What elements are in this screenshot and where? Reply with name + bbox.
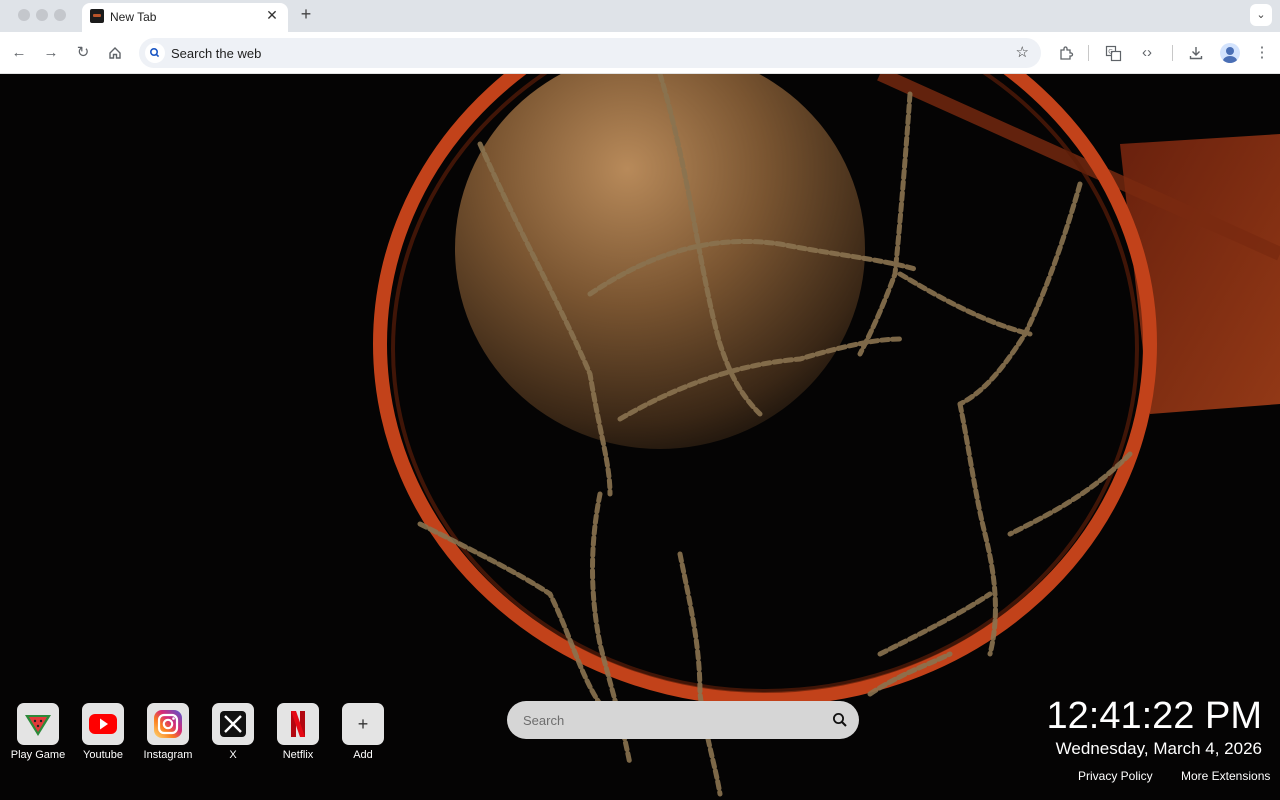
plus-icon: + (342, 703, 384, 745)
basketball-hoop-wallpaper (0, 74, 1280, 800)
instagram-icon (147, 703, 189, 745)
youtube-icon (82, 703, 124, 745)
menu-kebab-icon[interactable]: ⋮ (1252, 43, 1272, 63)
toolbar: ← → ↻ Search the web ☆ G ‹› ⋮ (0, 32, 1280, 74)
x-icon (212, 703, 254, 745)
window-minimize-light[interactable] (36, 9, 48, 21)
tab-new-tab[interactable]: New Tab ✕ (82, 3, 288, 32)
bookmark-star-icon[interactable]: ☆ (1016, 43, 1029, 61)
watermelon-icon (17, 703, 59, 745)
toolbar-divider (1088, 45, 1089, 61)
more-extensions-link[interactable]: More Extensions (1181, 769, 1270, 783)
clock-date: Wednesday, March 4, 2026 (1055, 739, 1262, 758)
privacy-policy-link[interactable]: Privacy Policy (1078, 769, 1153, 783)
shortcut-add[interactable]: + Add (331, 703, 395, 773)
netflix-icon (277, 703, 319, 745)
tab-favicon-icon (90, 9, 104, 23)
tab-title: New Tab (110, 10, 157, 24)
search-icon[interactable] (831, 711, 849, 729)
omnibox-text: Search the web (171, 46, 262, 61)
home-icon[interactable] (105, 43, 125, 63)
new-tab-button[interactable]: + (296, 5, 316, 25)
shortcut-play-game[interactable]: Play Game (6, 703, 70, 773)
window-close-light[interactable] (18, 9, 30, 21)
toolbar-divider (1172, 45, 1173, 61)
tab-strip: New Tab ✕ + ⌄ (0, 0, 1280, 32)
shortcut-x[interactable]: X (201, 703, 265, 773)
ntp-search-box[interactable] (507, 701, 859, 739)
shortcut-label: Add (353, 749, 373, 761)
clock-time: 12:41:22 PM (1046, 695, 1262, 737)
shortcut-netflix[interactable]: Netflix (266, 703, 330, 773)
tab-search-chevron-icon[interactable]: ⌄ (1250, 4, 1272, 26)
svg-text:G: G (1108, 49, 1113, 56)
extensions-icon[interactable] (1056, 43, 1076, 63)
omnibox-search-icon (145, 43, 165, 63)
omnibox[interactable]: Search the web ☆ (139, 38, 1041, 68)
developer-code-icon[interactable]: ‹› (1137, 43, 1157, 63)
new-tab-page: Play Game Youtube Instagram X Netflix + … (0, 74, 1280, 800)
shortcut-youtube[interactable]: Youtube (71, 703, 135, 773)
profile-avatar-icon[interactable] (1220, 43, 1240, 63)
downloads-icon[interactable] (1186, 43, 1206, 63)
window-zoom-light[interactable] (54, 9, 66, 21)
shortcut-instagram[interactable]: Instagram (136, 703, 200, 773)
reload-icon[interactable]: ↻ (73, 43, 93, 63)
browser-window: New Tab ✕ + ⌄ ← → ↻ Search the web ☆ G ‹… (0, 0, 1280, 800)
back-icon[interactable]: ← (9, 43, 29, 63)
ntp-search-input[interactable] (523, 710, 823, 730)
forward-icon[interactable]: → (41, 43, 61, 63)
tab-close-icon[interactable]: ✕ (264, 7, 280, 23)
translate-icon[interactable]: G (1103, 43, 1123, 63)
